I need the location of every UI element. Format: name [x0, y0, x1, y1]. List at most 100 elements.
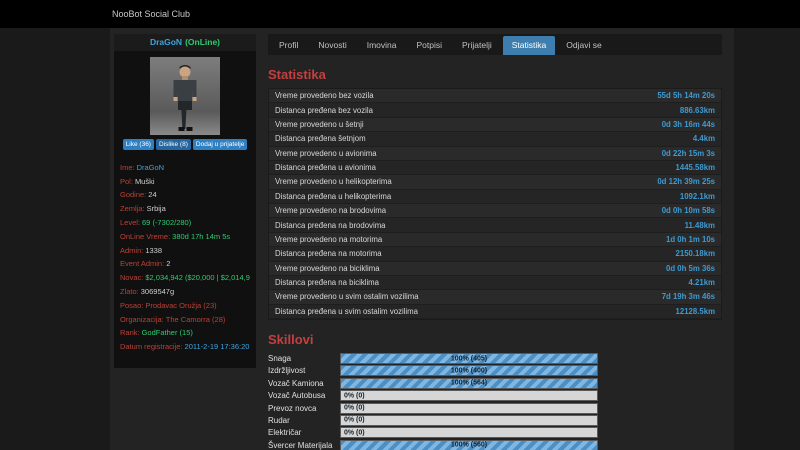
tab-profil[interactable]: Profil: [270, 36, 307, 55]
site-title: NooBot Social Club: [112, 0, 190, 28]
tab-prijatelji[interactable]: Prijatelji: [453, 36, 501, 55]
info-row-level: Level:69 (-7302/280): [120, 218, 250, 227]
stat-row: Distanca pređena u helikopterima 1092.1km: [269, 190, 721, 204]
skill-value: 0% (0): [344, 392, 365, 399]
stat-label: Distanca pređena u helikopterima: [275, 192, 391, 201]
main-content: Profil Novosti Imovina Potpisi Prijatelj…: [256, 34, 730, 450]
skill-value: 0% (0): [344, 429, 365, 436]
stat-label: Distanca pređena na biciklima: [275, 278, 379, 287]
stat-value: 1d 0h 1m 10s: [666, 235, 715, 244]
info-label: Rank:: [120, 328, 140, 337]
content-wrapper: DraGoN(OnLine) Like (36): [110, 28, 734, 450]
skill-progressbar: 100% (560): [340, 440, 598, 450]
skill-row: Rudar0% (0): [268, 415, 722, 426]
info-value: Muški: [135, 177, 155, 186]
profile-sidebar: DraGoN(OnLine) Like (36): [114, 34, 256, 368]
info-label: Godine:: [120, 190, 146, 199]
tab-imovina[interactable]: Imovina: [358, 36, 406, 55]
tab-novosti[interactable]: Novosti: [309, 36, 355, 55]
skill-label: Električar: [268, 428, 340, 437]
stat-row: Vreme provedeno na motorima1d 0h 1m 10s: [269, 233, 721, 247]
skill-label: Prevoz novca: [268, 404, 340, 413]
skills-heading: Skillovi: [268, 332, 722, 347]
info-row-pol: Pol:Muški: [120, 177, 250, 186]
dislike-button[interactable]: Dislike (8): [156, 139, 191, 150]
info-value: Srbija: [147, 204, 166, 213]
username: DraGoN: [150, 37, 182, 47]
stat-row: Distanca pređena u avionima1445.58km: [269, 161, 721, 175]
info-value: Prodavac Oružja (23): [145, 301, 216, 310]
info-value: 3069547g: [141, 287, 174, 296]
info-value: 380d 17h 14m 5s: [172, 232, 230, 241]
tab-potpisi[interactable]: Potpisi: [407, 36, 451, 55]
stat-row: Distanca pređena šetnjom4.4km: [269, 132, 721, 146]
stats-heading: Statistika: [268, 67, 722, 82]
stat-label: Distanca pređena u svim ostalim vozilima: [275, 307, 418, 316]
info-value: 24: [148, 190, 156, 199]
stat-value: 11.48km: [685, 221, 715, 230]
skill-progressbar: 0% (0): [340, 427, 598, 438]
stat-value: 7d 19h 3m 46s: [662, 292, 715, 301]
stat-value: 2150.18km: [676, 249, 715, 258]
info-label: Level:: [120, 218, 140, 227]
skill-label: Vozač Kamiona: [268, 379, 340, 388]
skill-value: 0% (0): [344, 417, 365, 424]
stat-label: Vreme provedeno u helikopterima: [275, 177, 392, 186]
skill-value: 100% (405): [451, 355, 487, 362]
stat-value: 0d 12h 39m 25s: [657, 177, 715, 186]
profile-header: DraGoN(OnLine): [114, 34, 256, 51]
stat-label: Distanca pređena na motorima: [275, 249, 382, 258]
topbar: NooBot Social Club: [0, 0, 800, 28]
info-row-event-admin: Event Admin:2: [120, 259, 250, 268]
page: NooBot Social Club DraGoN(OnLine): [0, 0, 800, 450]
stat-row: Distanca pređena na brodovima11.48km: [269, 218, 721, 232]
info-row-organizacija: Organizacija:The Camorra (28): [120, 315, 250, 324]
info-value: 2011-2-19 17:36:20: [185, 342, 250, 351]
stat-row: Vreme provedeno na biciklima0d 0h 5m 36s: [269, 262, 721, 276]
stat-label: Vreme provedeno bez vozila: [275, 91, 374, 100]
info-label: Datum registracije:: [120, 342, 183, 351]
skill-row: Snaga 100% (405): [268, 353, 722, 364]
skill-value: 100% (560): [451, 442, 487, 449]
skill-progressbar: 100% (564): [340, 378, 598, 389]
stat-row: Vreme provedeno na brodovima 0d 0h 10m 58…: [269, 204, 721, 218]
skill-row: Vozač Autobusa 0% (0): [268, 390, 722, 401]
skill-progressbar: 100% (405): [340, 353, 598, 364]
stat-value: 4.21km: [689, 278, 715, 287]
stat-value: 4.4km: [693, 134, 715, 143]
skill-progressbar: 0% (0): [340, 403, 598, 414]
skill-label: Vozač Autobusa: [268, 391, 340, 400]
info-row-ime: Ime:DraGoN: [120, 163, 250, 172]
stat-value: 55d 5h 14m 20s: [657, 91, 715, 100]
stat-label: Vreme provedeno u svim ostalim vozilima: [275, 292, 419, 301]
stat-row: Vreme provedeno u svim ostalim vozilima 7…: [269, 290, 721, 304]
stat-value: 0d 22h 15m 3s: [662, 149, 715, 158]
info-label: OnLine Vreme:: [120, 232, 170, 241]
add-friend-button[interactable]: Dodaj u prijatelje: [193, 139, 247, 150]
skill-label: Snaga: [268, 354, 340, 363]
info-row-rank: Rank:GodFather (15): [120, 328, 250, 337]
stat-value: 0d 0h 10m 58s: [662, 206, 715, 215]
stat-label: Vreme provedeno u šetnji: [275, 120, 364, 129]
stat-value: 0d 3h 16m 44s: [662, 120, 715, 129]
info-row-admin: Admin:1338: [120, 246, 250, 255]
profile-info-list: Ime:DraGoN Pol:Muški Godine:24 Zemlja:Sr…: [114, 156, 256, 358]
stat-value: 886.63km: [680, 106, 715, 115]
tab-statistika[interactable]: Statistika: [503, 36, 556, 55]
like-button[interactable]: Like (36): [123, 139, 154, 150]
tab-odjavi-se[interactable]: Odjavi se: [557, 36, 610, 55]
stat-label: Vreme provedeno na brodovima: [275, 206, 386, 215]
online-status: (OnLine): [185, 37, 220, 47]
info-label: Pol:: [120, 177, 133, 186]
skill-row: Švercer Materijala100% (560): [268, 440, 722, 450]
stat-value: 1092.1km: [680, 192, 715, 201]
stat-value: 0d 0h 5m 36s: [666, 264, 715, 273]
info-label: Zemlja:: [120, 204, 145, 213]
info-label: Organizacija:: [120, 315, 164, 324]
stat-value: 12128.5km: [676, 307, 715, 316]
skill-label: Izdržljivost: [268, 366, 340, 375]
skill-row: Izdržljivost100% (400): [268, 365, 722, 376]
info-row-godine: Godine:24: [120, 190, 250, 199]
stat-label: Vreme provedeno u avionima: [275, 149, 377, 158]
info-row-zemlja: Zemlja:Srbija: [120, 204, 250, 213]
